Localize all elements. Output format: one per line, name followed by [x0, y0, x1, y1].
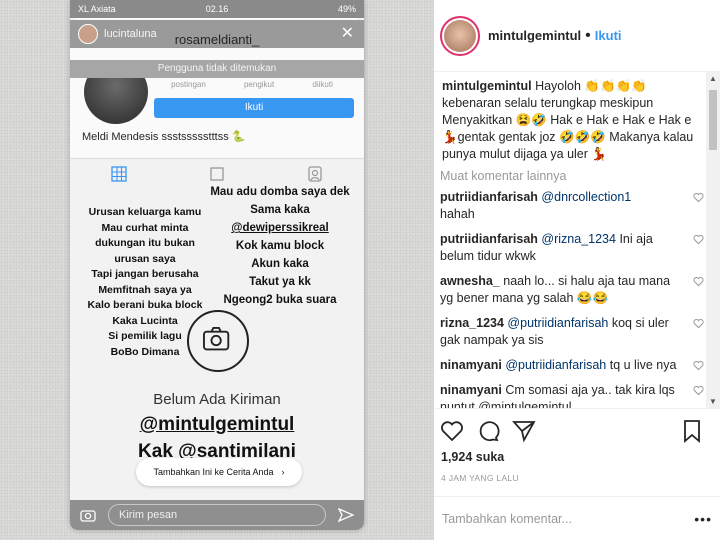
comment-item: putriidianfarisah @rizna_1234 Ini aja be…	[440, 231, 706, 265]
caption-username[interactable]: mintulgemintul	[442, 79, 532, 93]
comment-mention[interactable]: @putriidianfarisah	[507, 316, 608, 330]
story-bottom-bar: Kirim pesan	[70, 500, 364, 530]
heart-icon[interactable]	[693, 360, 704, 371]
clock-label: 02.16	[205, 4, 229, 14]
heart-icon[interactable]	[693, 276, 704, 287]
comment-mention[interactable]: @putriidianfarisah	[505, 358, 606, 372]
comment-username[interactable]: ninamyani	[440, 383, 502, 397]
scroll-up-arrow-icon[interactable]: ▲	[709, 74, 717, 83]
post-caption: mintulgemintul Hayoloh 👏👏👏👏 kebenaran se…	[440, 78, 706, 163]
add-to-story-label: Tambahkan Ini ke Cerita Anda	[153, 467, 274, 477]
add-to-story-button: Tambahkan Ini ke Cerita Anda ›	[136, 458, 302, 486]
post-actions	[434, 408, 720, 448]
heart-icon[interactable]	[693, 192, 704, 203]
story-line: Urusan keluarga kamu	[88, 206, 202, 218]
camera-icon	[187, 310, 249, 372]
comment-mention[interactable]: @rizna_1234	[541, 232, 616, 246]
heart-icon[interactable]	[693, 234, 704, 245]
comment-username[interactable]: putriidianfarisah	[440, 190, 538, 204]
comment-item: rizna_1234 @putriidianfarisah koq si ule…	[440, 315, 706, 349]
message-input: Kirim pesan	[108, 504, 326, 526]
comment-icon[interactable]	[476, 419, 500, 443]
story-line: urusan saya	[114, 252, 176, 265]
comment-input[interactable]: Tambahkan komentar...	[442, 512, 694, 526]
profile-area: Pengguna tidak ditemukan postingan pengi…	[70, 48, 364, 158]
comment-item: ninamyani @putriidianfarisah tq u live n…	[440, 357, 706, 374]
story-text-right: Mau adu domba saya dek Sama kaka @dewipe…	[200, 183, 360, 309]
comment-mention[interactable]: @dnrcollection1	[541, 190, 631, 204]
likes-count[interactable]: 1,924 suka	[441, 450, 504, 464]
chevron-right-icon: ›	[281, 467, 285, 477]
scroll-down-arrow-icon[interactable]: ▼	[709, 397, 717, 406]
story-line: Kok kamu block	[235, 240, 325, 252]
heart-icon[interactable]	[440, 419, 464, 443]
bio-name: Meldi Mendesis ssstssssstttss 🐍	[82, 131, 246, 143]
camera-icon	[80, 510, 96, 522]
story-follow-button: Ikuti	[154, 98, 354, 118]
story-line: Sama kaka	[250, 204, 310, 216]
story-line: Tapi jangan berusaha	[91, 268, 199, 280]
comment-username[interactable]: rizna_1234	[440, 316, 504, 330]
stat-following: diikuti	[312, 80, 333, 89]
comment-text: tq u live nya	[609, 358, 677, 372]
comment-username[interactable]: awnesha_	[440, 274, 500, 288]
story-screenshot: XL Axiata 02.16 49% lucintaluna rosameld…	[70, 0, 364, 530]
list-icon	[210, 166, 224, 181]
share-icon[interactable]	[512, 419, 536, 443]
heart-icon[interactable]	[693, 318, 704, 329]
heart-icon[interactable]	[693, 385, 704, 396]
grid-icon	[111, 165, 127, 182]
load-more-comments[interactable]: Muat komentar lainnya	[440, 169, 706, 183]
comments-list: mintulgemintul Hayoloh 👏👏👏👏 kebenaran se…	[440, 78, 706, 408]
post-header: mintulgemintul • Ikuti	[434, 0, 720, 72]
separator-dot: •	[585, 26, 591, 44]
post-timestamp: 4 JAM YANG LALU	[441, 473, 519, 483]
comment-username[interactable]: ninamyani	[440, 358, 502, 372]
story-line: Ngeong2 buka suara	[223, 294, 337, 306]
story-line: Akun kaka	[251, 258, 309, 270]
story-line: @dewiperssikreal	[231, 222, 329, 234]
stat-posts: postingan	[171, 80, 206, 89]
bookmark-icon[interactable]	[680, 419, 704, 443]
post-author-username[interactable]: mintulgemintul	[488, 28, 581, 43]
story-line: dukungan itu bukan	[95, 237, 195, 249]
scroll-thumb[interactable]	[709, 90, 717, 150]
tagged-icon	[308, 165, 322, 182]
send-icon	[338, 507, 354, 523]
comment-item: ninamyani Cm somasi aja ya.. tak kira lq…	[440, 382, 706, 408]
story-line: Mau adu domba saya dek	[210, 186, 350, 198]
profile-stats: postingan pengikut diikuti	[152, 80, 352, 89]
more-options-icon[interactable]: •••	[694, 511, 712, 527]
comment-item: putriidianfarisah @dnrcollection1 hahah	[440, 189, 706, 223]
user-not-found-banner: Pengguna tidak ditemukan	[70, 60, 364, 78]
post-author-avatar[interactable]	[440, 15, 480, 56]
comments-scrollbar[interactable]: ▲ ▼	[706, 72, 720, 408]
add-comment-bar: Tambahkan komentar... •••	[434, 496, 720, 540]
stat-followers: pengikut	[243, 80, 275, 89]
comment-item: awnesha_ naah lo... si halu aja tau mana…	[440, 273, 706, 307]
story-line: Memfitnah saya ya	[98, 283, 192, 296]
profile-username: rosameldianti_	[174, 32, 260, 47]
comment-text: hahah	[440, 207, 475, 221]
status-bar: XL Axiata 02.16 49%	[70, 0, 364, 18]
comment-username[interactable]: putriidianfarisah	[440, 232, 538, 246]
follow-button[interactable]: Ikuti	[595, 28, 622, 43]
story-line: Mau curhat minta	[101, 221, 189, 234]
no-posts-label: Belum Ada Kiriman	[153, 391, 281, 408]
story-line: Takut ya kk	[249, 276, 311, 288]
story-mention-1: @mintulgemintul	[139, 414, 295, 435]
close-icon: ✕	[340, 25, 354, 42]
